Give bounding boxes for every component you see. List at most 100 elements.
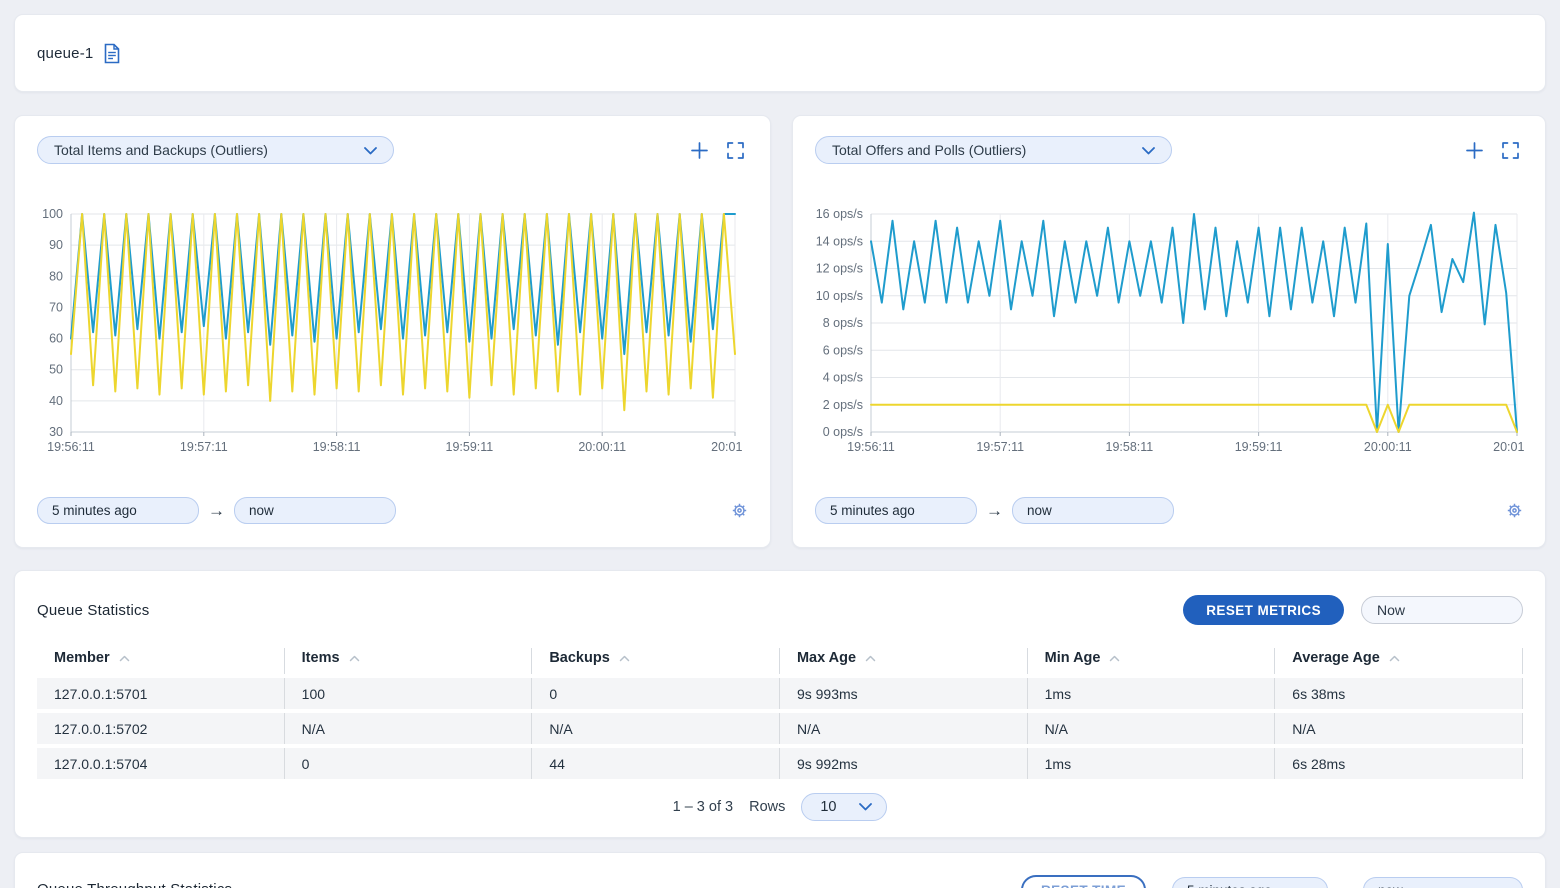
cell-max-age: 9s 992ms (780, 748, 1028, 779)
fullscreen-icon[interactable] (727, 142, 744, 159)
svg-text:12 ops/s: 12 ops/s (816, 262, 863, 276)
column-header-average-age[interactable]: Average Age (1275, 648, 1523, 674)
cell-backups: 44 (532, 748, 780, 779)
rows-per-page-value: 10 (820, 799, 836, 815)
table-row[interactable]: 127.0.0.1:5702 N/A N/A N/A N/A N/A (37, 713, 1523, 744)
stats-time-value: Now (1377, 602, 1405, 618)
rows-per-page-select[interactable]: 10 (801, 793, 887, 821)
cell-max-age: 9s 993ms (780, 678, 1028, 709)
svg-text:30: 30 (49, 425, 63, 439)
time-from-value: 5 minutes ago (52, 503, 137, 518)
time-from-input[interactable]: 5 minutes ago (1172, 877, 1328, 888)
svg-text:19:58:11: 19:58:11 (1106, 440, 1154, 454)
document-icon[interactable] (103, 43, 121, 64)
column-header-max-age[interactable]: Max Age (780, 648, 1028, 674)
sort-caret-icon (1109, 650, 1120, 666)
cell-min-age: 1ms (1028, 748, 1276, 779)
cell-min-age: N/A (1028, 713, 1276, 744)
time-to-input[interactable]: now (234, 497, 396, 524)
queue-header-card: queue-1 (14, 14, 1546, 92)
svg-text:20:01:11: 20:01:11 (1493, 440, 1525, 454)
rows-per-page-label: Rows (749, 799, 785, 815)
time-from-value: 5 minutes ago (830, 503, 915, 518)
metric-selector-items-backups[interactable]: Total Items and Backups (Outliers) (37, 136, 394, 164)
svg-text:60: 60 (49, 332, 63, 346)
cell-average-age: 6s 38ms (1275, 678, 1523, 709)
items-backups-line-chart: 30 40 50 60 70 80 90 100 19:56:11 19:57:11 19:58:1… (37, 208, 748, 461)
arrow-right-icon: → (208, 501, 225, 521)
svg-text:19:58:11: 19:58:11 (313, 440, 361, 454)
cell-items: N/A (285, 713, 533, 744)
gear-icon[interactable] (731, 502, 748, 519)
svg-text:19:59:11: 19:59:11 (446, 440, 494, 454)
time-from-input[interactable]: 5 minutes ago (815, 497, 977, 524)
svg-text:4 ops/s: 4 ops/s (823, 371, 863, 385)
reset-metrics-button[interactable]: RESET METRICS (1183, 595, 1344, 625)
time-to-input[interactable]: now (1012, 497, 1174, 524)
chevron-down-icon (859, 799, 872, 815)
sort-caret-icon (119, 650, 130, 666)
fullscreen-icon[interactable] (1502, 142, 1519, 159)
svg-text:10 ops/s: 10 ops/s (816, 289, 863, 303)
offers-polls-chart-card: Total Offers and Polls (Outliers) 0 ops/… (792, 115, 1546, 548)
cell-min-age: 1ms (1028, 678, 1276, 709)
gear-icon[interactable] (1506, 502, 1523, 519)
queue-statistics-table: Member Items Backups Max Age Min Age Ave… (37, 644, 1523, 783)
pagination: 1 – 3 of 3 Rows 10 (37, 793, 1523, 821)
cell-average-age: N/A (1275, 713, 1523, 744)
add-chart-icon[interactable] (1466, 142, 1483, 159)
time-to-value: now (1027, 503, 1052, 518)
items-backups-chart-card: Total Items and Backups (Outliers) 30 40 5… (14, 115, 771, 548)
column-header-items[interactable]: Items (285, 648, 533, 674)
svg-text:19:56:11: 19:56:11 (847, 440, 895, 454)
cell-max-age: N/A (780, 713, 1028, 744)
svg-text:90: 90 (49, 238, 63, 252)
svg-text:16 ops/s: 16 ops/s (816, 208, 863, 221)
offers-polls-line-chart: 0 ops/s2 ops/s4 ops/s6 ops/s8 ops/s10 op… (815, 208, 1523, 461)
column-header-backups[interactable]: Backups (532, 648, 780, 674)
time-from-input[interactable]: 5 minutes ago (37, 497, 199, 524)
queue-statistics-card: Queue Statistics RESET METRICS Now Membe… (14, 570, 1546, 838)
svg-text:100: 100 (42, 208, 63, 221)
column-header-member[interactable]: Member (37, 648, 285, 674)
svg-text:2 ops/s: 2 ops/s (823, 398, 863, 412)
svg-text:14 ops/s: 14 ops/s (816, 234, 863, 248)
table-header-row: Member Items Backups Max Age Min Age Ave… (37, 648, 1523, 674)
metric-selector-offers-polls[interactable]: Total Offers and Polls (Outliers) (815, 136, 1172, 164)
queue-throughput-card: Queue Throughput Statistics RESET TIME 5… (14, 852, 1546, 888)
column-header-min-age[interactable]: Min Age (1028, 648, 1276, 674)
cell-member: 127.0.0.1:5704 (37, 748, 285, 779)
svg-text:19:59:11: 19:59:11 (1235, 440, 1283, 454)
time-from-value: 5 minutes ago (1187, 883, 1272, 888)
pagination-range: 1 – 3 of 3 (673, 799, 733, 815)
table-row[interactable]: 127.0.0.1:5704 0 44 9s 992ms 1ms 6s 28ms (37, 748, 1523, 779)
chevron-down-icon (1142, 142, 1155, 158)
metric-selector-label: Total Items and Backups (Outliers) (54, 142, 268, 158)
reset-time-button[interactable]: RESET TIME (1021, 875, 1146, 888)
svg-text:80: 80 (49, 269, 63, 283)
cell-member: 127.0.0.1:5701 (37, 678, 285, 709)
time-to-input[interactable]: now (1363, 877, 1523, 888)
svg-text:70: 70 (49, 300, 63, 314)
svg-text:6 ops/s: 6 ops/s (823, 343, 863, 357)
sort-caret-icon (865, 650, 876, 666)
stats-time-input[interactable]: Now (1361, 596, 1523, 624)
charts-row: Total Items and Backups (Outliers) 30 40 5… (14, 115, 1546, 548)
svg-text:50: 50 (49, 363, 63, 377)
cell-items: 0 (285, 748, 533, 779)
cell-backups: N/A (532, 713, 780, 744)
svg-text:20:01:11: 20:01:11 (711, 440, 743, 454)
svg-text:19:57:11: 19:57:11 (976, 440, 1024, 454)
chevron-down-icon (364, 142, 377, 158)
sort-caret-icon (1389, 650, 1400, 666)
cell-member: 127.0.0.1:5702 (37, 713, 285, 744)
cell-items: 100 (285, 678, 533, 709)
svg-text:20:00:11: 20:00:11 (1364, 440, 1412, 454)
svg-text:40: 40 (49, 394, 63, 408)
svg-text:19:57:11: 19:57:11 (180, 440, 228, 454)
svg-text:19:56:11: 19:56:11 (47, 440, 95, 454)
cell-average-age: 6s 28ms (1275, 748, 1523, 779)
add-chart-icon[interactable] (691, 142, 708, 159)
time-to-value: now (249, 503, 274, 518)
table-row[interactable]: 127.0.0.1:5701 100 0 9s 993ms 1ms 6s 38m… (37, 678, 1523, 709)
